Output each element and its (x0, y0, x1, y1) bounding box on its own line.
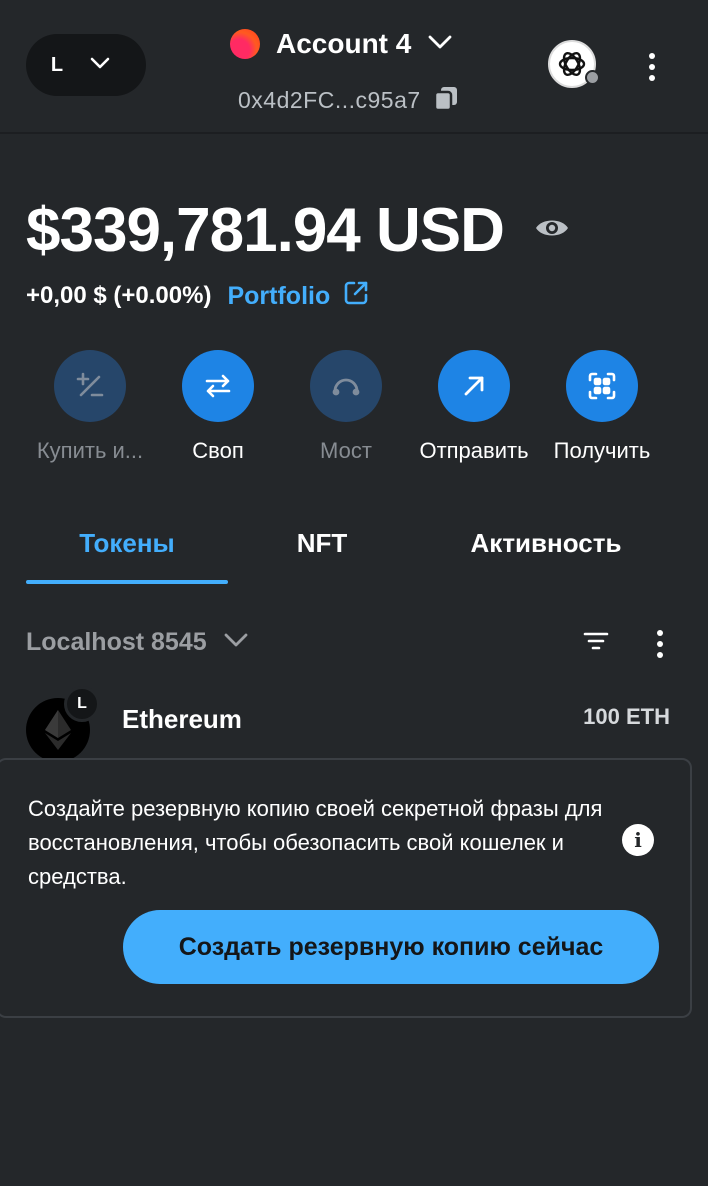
tab-nft[interactable]: NFT (262, 528, 382, 559)
balance-change-row: +0,00 $ (+0.00%) Portfolio (26, 278, 370, 314)
network-selector-button[interactable]: L (26, 34, 146, 96)
kebab-menu-icon[interactable] (649, 53, 655, 81)
connection-status-dot (585, 70, 600, 85)
token-network-badge: L (64, 686, 100, 722)
buy-sell-label: Купить и... (36, 438, 144, 463)
token-name: Ethereum (122, 704, 242, 734)
active-tab-indicator (26, 580, 228, 584)
tab-bar: Токены NFT Активность (0, 510, 708, 586)
buy-sell-icon (54, 350, 126, 422)
qr-receive-icon (566, 350, 638, 422)
token-list-kebab-icon[interactable] (657, 630, 663, 658)
tab-activity[interactable]: Активность (440, 528, 652, 559)
balance-change: +0,00 $ (+0.00%) (26, 282, 212, 309)
bridge-label: Мост (320, 438, 372, 463)
send-arrow-icon (438, 350, 510, 422)
chevron-down-icon (427, 34, 453, 55)
network-filter-button[interactable]: Localhost 8545 (26, 622, 249, 662)
backup-reminder-text: Создайте резервную копию своей секретной… (28, 796, 603, 889)
action-buttons: Купить и... Своп Мост Отправить Получить (0, 350, 708, 470)
network-filter-label: Localhost 8545 (26, 627, 207, 656)
backup-reminder-popover: Создайте резервную копию своей секретной… (0, 758, 692, 1018)
receive-label: Получить (553, 438, 651, 463)
account-avatar (230, 29, 260, 59)
token-amount: 100 ETH (583, 704, 670, 729)
bridge-icon (310, 350, 382, 422)
eye-icon[interactable] (534, 215, 570, 246)
swap-label: Своп (192, 438, 244, 463)
copy-icon (433, 85, 459, 116)
sort-filter-icon[interactable] (582, 628, 610, 659)
portfolio-label: Portfolio (227, 281, 331, 310)
tab-tokens[interactable]: Токены (26, 528, 228, 559)
info-icon[interactable]: i (622, 824, 654, 856)
account-address: 0x4d2FC...c95a7 (238, 86, 421, 113)
external-link-icon (342, 279, 370, 314)
total-balance: $339,781.94 USD (26, 195, 505, 265)
portfolio-link[interactable]: Portfolio (227, 279, 370, 314)
send-label: Отправить (419, 438, 529, 463)
balance-section: $339,781.94 USD (26, 190, 570, 270)
account-name: Account 4 (276, 28, 412, 59)
chevron-down-icon (90, 56, 110, 74)
chevron-down-icon (223, 632, 249, 653)
backup-now-button[interactable]: Создать резервную копию сейчас (123, 910, 659, 984)
swap-icon (182, 350, 254, 422)
receive-button[interactable]: Получить (527, 350, 677, 464)
account-picker-button[interactable]: Account 4 (230, 24, 453, 64)
app-header: L Account 4 0x4d2FC...c95a7 (0, 0, 708, 134)
address-copy-button[interactable]: 0x4d2FC...c95a7 (238, 84, 459, 116)
network-letter: L (50, 53, 64, 76)
